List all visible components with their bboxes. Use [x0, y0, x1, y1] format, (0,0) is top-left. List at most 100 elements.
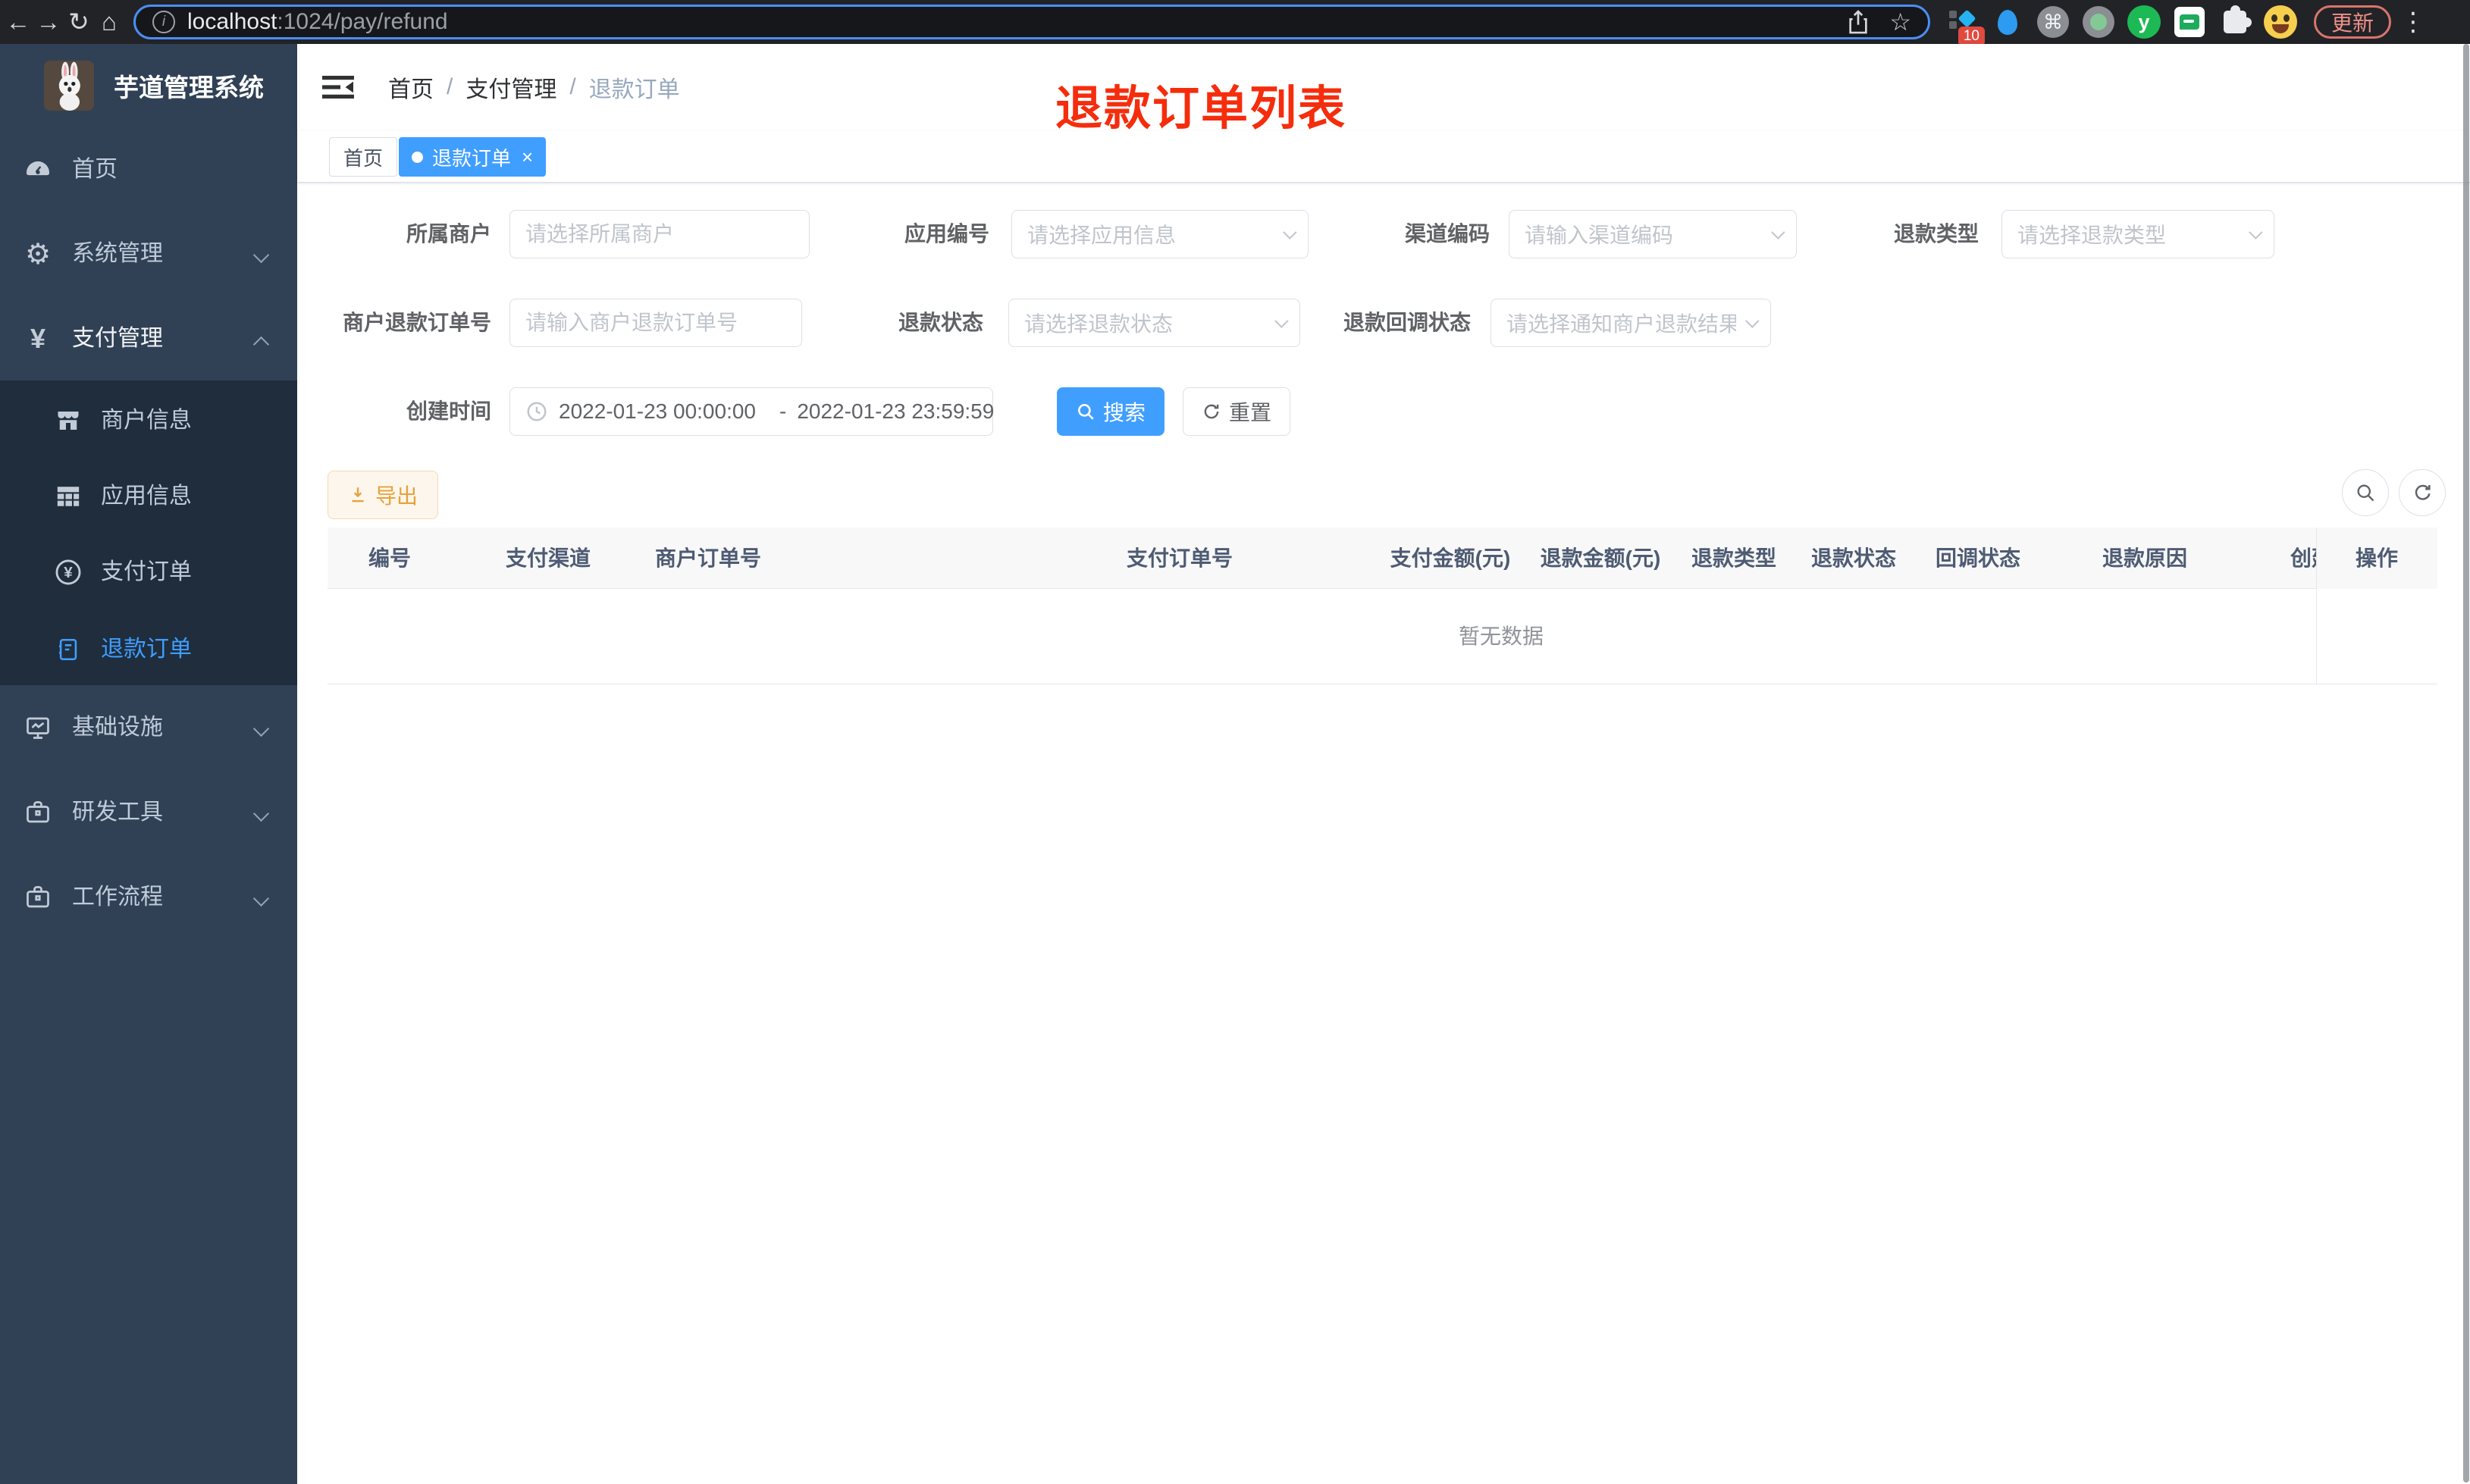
tag-refund-label: 退款订单	[432, 146, 512, 170]
col-callback-status: 回调状态	[1935, 546, 2021, 570]
channel-select-placeholder: 请输入渠道编码	[1525, 224, 1674, 247]
col-refund-amount: 退款金额(元)	[1540, 546, 1661, 570]
sidebar-item-payment[interactable]: ¥ 支付管理	[0, 301, 297, 377]
forward-icon[interactable]: →	[33, 0, 64, 44]
sidebar-label-system: 系统管理	[72, 241, 163, 266]
refund-status-select[interactable]: 请选择退款状态	[1008, 299, 1300, 347]
reset-button[interactable]: 重置	[1183, 387, 1290, 436]
col-refund-status: 退款状态	[1810, 546, 1897, 570]
sidebar-item-pay-order[interactable]: ¥ 支付订单	[0, 534, 297, 610]
col-id: 编号	[368, 546, 412, 570]
tags-view-bar: 首页 退款订单 ×	[297, 130, 2470, 183]
sidebar-item-refund-order[interactable]: 退款订单	[0, 612, 297, 687]
refund-type-select[interactable]: 请选择退款类型	[2001, 210, 2274, 258]
browser-toolbar: ← → ↻ ⌂ i localhost :1024/pay/refund ☆ 1…	[0, 0, 2470, 46]
col-refund-reason: 退款原因	[2102, 546, 2188, 570]
chevron-down-icon	[252, 720, 270, 737]
home-icon[interactable]: ⌂	[94, 0, 124, 44]
filter-label-merchant-refund-no: 商户退款订单号	[342, 311, 491, 334]
sidebar-label-merchant-info: 商户信息	[101, 408, 192, 433]
url-host: localhost	[187, 9, 277, 34]
channel-select[interactable]: 请输入渠道编码	[1509, 210, 1797, 258]
breadcrumb-current: 退款订单	[588, 77, 680, 102]
refresh-table-button[interactable]	[2399, 469, 2446, 516]
extensions-puzzle-icon[interactable]	[2218, 5, 2252, 39]
browser-menu-icon[interactable]: ⋮	[2400, 7, 2426, 37]
sidebar-label-devtools: 研发工具	[72, 800, 163, 825]
table-header: 编号 支付渠道 商户订单号 支付订单号 支付金额(元) 退款金额(元) 退款类型…	[328, 528, 2437, 589]
sidebar-item-devtools[interactable]: 研发工具	[0, 775, 297, 850]
toolbox-icon	[21, 775, 55, 850]
filter-label-create-time: 创建时间	[406, 399, 491, 423]
page-scrollbar[interactable]	[2463, 44, 2469, 1482]
download-icon	[352, 487, 364, 502]
sidebar-label-refund-order: 退款订单	[101, 637, 192, 662]
grid-icon	[52, 459, 85, 534]
export-button[interactable]: 导出	[328, 471, 438, 519]
extension-pin-icon[interactable]: 10	[1945, 5, 1985, 46]
extension-balloon-icon[interactable]	[1991, 5, 2024, 39]
filter-label-app: 应用编号	[904, 222, 989, 246]
app-title: 芋道管理系统	[114, 74, 264, 102]
logo-rabbit-icon	[44, 61, 94, 111]
merchant-input-field[interactable]	[525, 222, 794, 246]
sidebar-label-workflow: 工作流程	[72, 884, 163, 909]
breadcrumb-home[interactable]: 首页	[388, 70, 434, 104]
extension-record-icon[interactable]	[2082, 5, 2115, 39]
url-bar[interactable]: i localhost :1024/pay/refund ☆	[133, 5, 1930, 39]
browser-update-button[interactable]: 更新	[2314, 5, 2392, 39]
tag-refund-order[interactable]: 退款订单 ×	[399, 137, 547, 177]
show-search-button[interactable]	[2342, 469, 2389, 516]
chevron-down-icon	[2249, 224, 2263, 240]
sidebar-toggle-icon[interactable]	[322, 73, 354, 102]
filter-label-callback-status: 退款回调状态	[1343, 311, 1471, 334]
sidebar-item-merchant-info[interactable]: 商户信息	[0, 383, 297, 459]
empty-text: 暂无数据	[1458, 625, 1544, 648]
reload-icon[interactable]: ↻	[64, 0, 94, 44]
merchant-refund-no-input[interactable]	[509, 299, 802, 347]
chevron-up-icon	[252, 336, 270, 353]
callback-status-select[interactable]: 请选择通知商户退款结果的	[1490, 299, 1771, 347]
col-pay-amount: 支付金额(元)	[1390, 546, 1511, 570]
sidebar-label-infra: 基础设施	[72, 715, 163, 740]
app-select[interactable]: 请选择应用信息	[1011, 210, 1309, 258]
main-area: 首页 / 支付管理 / 退款订单 退款订单列表 首页 退款订单 × 所属商户 请…	[297, 44, 2470, 1484]
chevron-down-icon	[1745, 313, 1760, 328]
extension-command-icon[interactable]: ⌘	[2036, 5, 2070, 39]
date-range-picker[interactable]: 2022-01-23 00:00:00 - 2022-01-23 23:59:5…	[509, 387, 994, 436]
app-select-placeholder: 请选择应用信息	[1027, 224, 1177, 247]
date-separator: -	[779, 399, 787, 423]
sidebar-item-system[interactable]: ⚙ 系统管理	[0, 216, 297, 292]
sidebar-item-home[interactable]: 首页	[0, 132, 297, 208]
close-icon[interactable]: ×	[522, 146, 533, 169]
search-button[interactable]: 搜索	[1057, 387, 1164, 436]
app-logo[interactable]: 芋道管理系统	[0, 44, 297, 127]
toolbox-icon	[21, 859, 55, 935]
filter-label-refund-type: 退款类型	[1893, 222, 1979, 246]
tag-home[interactable]: 首页	[329, 137, 398, 177]
table-header-scroll: 编号 支付渠道 商户订单号 支付订单号 支付金额(元) 退款金额(元) 退款类型…	[328, 528, 2316, 589]
merchant-refund-no-field[interactable]	[525, 311, 786, 335]
extension-chat-icon[interactable]	[2173, 5, 2206, 39]
breadcrumb-payment[interactable]: 支付管理	[465, 70, 556, 104]
col-merchant-order-no: 商户订单号	[654, 546, 762, 570]
sidebar-item-app-info[interactable]: 应用信息	[0, 459, 297, 534]
export-button-label: 导出	[375, 484, 418, 508]
reset-button-label: 重置	[1228, 401, 1271, 424]
profile-emoji-icon[interactable]	[2264, 5, 2297, 39]
bookmark-star-icon[interactable]: ☆	[1889, 8, 1911, 36]
top-navbar: 首页 / 支付管理 / 退款订单 退款订单列表	[297, 44, 2470, 135]
share-icon[interactable]	[1847, 9, 1870, 35]
date-start: 2022-01-23 00:00:00	[559, 399, 756, 423]
url-path: :1024/pay/refund	[277, 9, 448, 34]
search-icon	[1078, 404, 1094, 420]
merchant-input[interactable]	[509, 210, 810, 258]
sidebar-item-workflow[interactable]: 工作流程	[0, 859, 297, 935]
extension-y-icon[interactable]: y	[2127, 5, 2161, 39]
back-icon[interactable]: ←	[3, 0, 33, 44]
site-info-icon[interactable]: i	[152, 11, 175, 33]
col-pay-order-no: 支付订单号	[1126, 546, 1233, 570]
col-pay-channel: 支付渠道	[505, 546, 591, 570]
sidebar-item-infra[interactable]: 基础设施	[0, 690, 297, 765]
breadcrumb-separator: /	[447, 74, 453, 99]
